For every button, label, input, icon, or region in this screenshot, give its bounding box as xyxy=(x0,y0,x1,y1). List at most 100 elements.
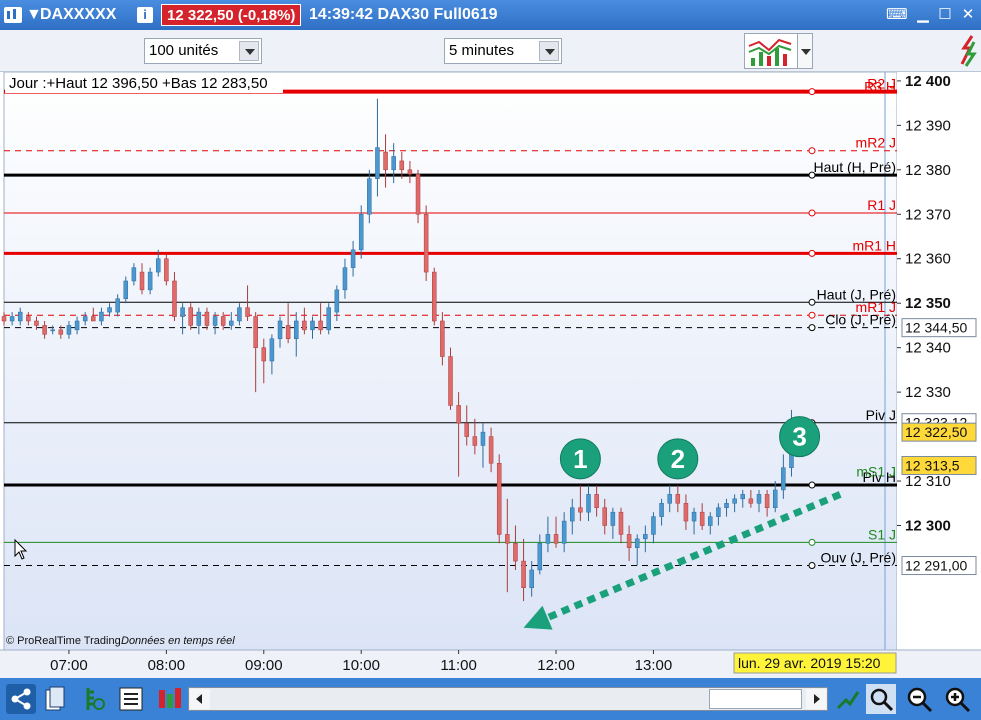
chart-scrollbar[interactable] xyxy=(188,687,828,711)
level-anchor xyxy=(808,311,816,319)
zoom-in-icon[interactable] xyxy=(942,684,972,714)
zoom-auto-icon[interactable] xyxy=(866,684,896,714)
candle-body xyxy=(634,538,640,548)
chart-toolbar: 100 unités 5 minutes xyxy=(0,30,981,72)
y-tick-label: 12 300 xyxy=(905,518,951,535)
candle-body xyxy=(229,320,234,326)
candle-body xyxy=(683,503,689,522)
level-label: mR2 J xyxy=(856,135,896,151)
candle-body xyxy=(91,316,96,322)
candle-body xyxy=(172,280,177,317)
y-tick-label: 12 390 xyxy=(905,117,951,134)
candle-body xyxy=(350,249,356,268)
candle-body xyxy=(131,267,137,282)
candle-body xyxy=(456,405,461,424)
candle-body xyxy=(448,356,453,406)
share-icon[interactable] xyxy=(6,684,36,714)
drawing-tool-icon[interactable] xyxy=(832,684,862,714)
candle-body xyxy=(610,511,616,526)
level-anchor xyxy=(808,562,816,570)
title-bar: ▼ DAXXXXX i 12 322,50 (-0,18%) 14:39:42 … xyxy=(0,0,981,30)
candle-body xyxy=(285,325,291,340)
close-button[interactable]: ✕ xyxy=(958,6,978,24)
level-anchor xyxy=(808,324,816,332)
candle-body xyxy=(537,543,543,571)
level-label: mR1 H xyxy=(852,237,896,253)
candle-body xyxy=(115,298,120,313)
candle-body xyxy=(383,151,388,171)
price-chart[interactable]: R2 J R3 HmR2 J Haut (H, Pré) R1 JmR1 H Haut … xyxy=(0,72,981,678)
chart-type-dropdown[interactable] xyxy=(797,33,813,69)
date-badge: lun. 29 avr. 2019 15:20 xyxy=(738,655,881,671)
candle-body xyxy=(253,316,258,348)
candle-body xyxy=(334,289,340,313)
keyboard-icon[interactable]: ⌨ xyxy=(886,6,908,24)
candle-body xyxy=(570,507,575,522)
y-tick-label: 12 360 xyxy=(905,251,951,268)
day-high-low-info: Jour :+Haut 12 396,50 +Bas 12 283,50 xyxy=(9,75,268,92)
candle-body xyxy=(261,347,267,362)
chart-app-icon[interactable] xyxy=(4,7,22,23)
candle-body xyxy=(781,467,786,491)
candle-body xyxy=(432,271,437,322)
candle-body xyxy=(358,214,364,251)
level-label: mS1 J xyxy=(856,464,896,480)
candle-body xyxy=(204,311,210,326)
level-anchor xyxy=(808,88,816,96)
chart-type-button[interactable] xyxy=(744,33,798,69)
layout-icon[interactable] xyxy=(42,684,72,714)
candle-body xyxy=(326,307,331,331)
chevron-down-icon[interactable] xyxy=(539,41,559,61)
orders-list-icon[interactable] xyxy=(116,684,146,714)
candle-body xyxy=(58,329,64,335)
candle-body xyxy=(505,534,510,544)
indicator-icon[interactable] xyxy=(80,684,110,714)
candle-body xyxy=(529,569,534,589)
candle-body xyxy=(180,307,185,317)
y-tick-label: 12 370 xyxy=(905,206,951,223)
candle-body xyxy=(164,258,169,282)
scroll-left-button[interactable] xyxy=(190,689,210,709)
candle-body xyxy=(188,307,193,326)
y-tick-label: 12 330 xyxy=(905,384,951,401)
price-box-label: 12 322,50 xyxy=(905,424,967,440)
step-marker-label: 3 xyxy=(792,422,806,452)
candle-body xyxy=(269,338,275,362)
candle-body xyxy=(399,160,405,171)
candle-body xyxy=(659,503,664,517)
candle-body xyxy=(764,494,770,508)
x-tick-label: 11:00 xyxy=(440,657,476,674)
level-label: S1 J xyxy=(868,526,896,542)
realtime-note: Données en temps réel xyxy=(121,635,235,647)
chevron-down-icon[interactable] xyxy=(239,41,259,61)
candle-body xyxy=(732,498,737,504)
trend-tool-icon[interactable] xyxy=(952,32,980,70)
x-tick-label: 07:00 xyxy=(50,657,88,674)
scroll-right-button[interactable] xyxy=(806,689,826,709)
level-anchor xyxy=(808,481,816,489)
instrument-name[interactable]: DAXXXXX xyxy=(40,0,116,30)
scroll-thumb[interactable] xyxy=(709,689,802,709)
candle-body xyxy=(318,320,323,331)
level-anchor xyxy=(808,209,816,217)
info-icon[interactable]: i xyxy=(137,7,153,23)
bottom-toolbar xyxy=(0,678,981,720)
y-tick-label: 12 340 xyxy=(905,340,951,357)
period-select[interactable]: 5 minutes xyxy=(444,38,562,64)
minimize-button[interactable]: ▁ xyxy=(913,6,933,24)
copyright-text: © ProRealTime Trading xyxy=(6,635,121,647)
candle-body xyxy=(196,311,202,326)
bars-settings-icon[interactable] xyxy=(154,684,184,714)
candle-body xyxy=(139,271,145,291)
candle-body xyxy=(277,320,283,340)
chart-canvas[interactable]: R2 JR3 HmR2 JHaut (H, Pré)R1 JmR1 HHaut … xyxy=(0,72,981,678)
level-label: Piv J xyxy=(866,407,896,423)
level-anchor xyxy=(808,249,816,257)
zoom-out-icon[interactable] xyxy=(904,684,934,714)
period-select-value: 5 minutes xyxy=(449,42,515,59)
units-select[interactable]: 100 unités xyxy=(144,38,262,64)
candle-body xyxy=(602,507,607,526)
candle-body xyxy=(440,320,445,357)
maximize-button[interactable]: ☐ xyxy=(935,6,955,24)
candle-body xyxy=(42,325,47,335)
